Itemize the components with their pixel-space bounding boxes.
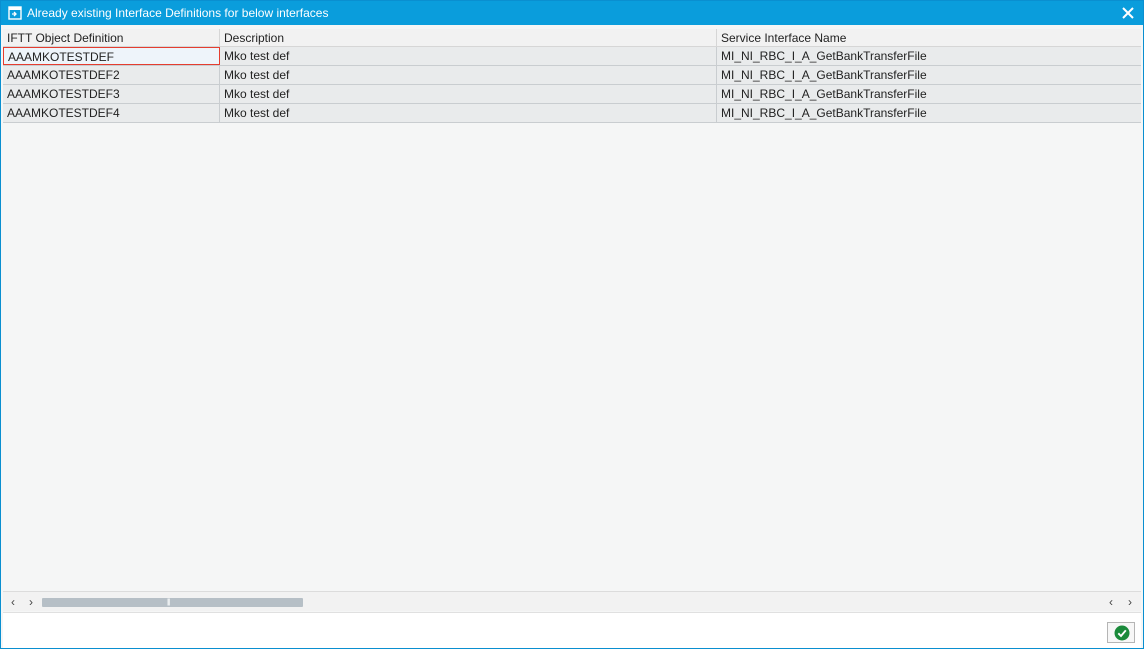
close-icon bbox=[1122, 7, 1134, 19]
confirm-button[interactable] bbox=[1107, 622, 1135, 643]
horizontal-scrollbar[interactable]: ‹ › ||| ‹ › bbox=[3, 591, 1141, 611]
dialog-window: Already existing Interface Definitions f… bbox=[0, 0, 1144, 649]
window-menu-icon[interactable] bbox=[8, 6, 22, 20]
dialog-titlebar: Already existing Interface Definitions f… bbox=[1, 1, 1143, 25]
close-button[interactable] bbox=[1119, 4, 1137, 22]
service-interface-cell[interactable]: MI_NI_RBC_I_A_GetBankTransferFile bbox=[717, 104, 1141, 122]
definition-cell[interactable]: AAAMKOTESTDEF4 bbox=[3, 104, 220, 122]
interface-table: IFTT Object Definition Description Servi… bbox=[3, 29, 1141, 125]
column-header-description[interactable]: Description bbox=[220, 29, 717, 47]
grip-icon: ||| bbox=[167, 599, 171, 606]
chevron-left-icon[interactable]: ‹ bbox=[6, 595, 20, 609]
description-cell[interactable]: Mko test def bbox=[220, 85, 717, 103]
table-row[interactable]: AAAMKOTESTDEF2 Mko test def MI_NI_RBC_I_… bbox=[3, 66, 1141, 85]
definition-cell[interactable]: AAAMKOTESTDEF bbox=[3, 47, 220, 65]
checkmark-icon bbox=[1114, 625, 1130, 641]
description-cell[interactable]: Mko test def bbox=[220, 104, 717, 122]
chevron-right-icon[interactable]: › bbox=[1123, 595, 1137, 609]
service-interface-cell[interactable]: MI_NI_RBC_I_A_GetBankTransferFile bbox=[717, 47, 1141, 65]
scroll-thumb[interactable]: ||| bbox=[42, 598, 303, 607]
dialog-footer bbox=[3, 612, 1141, 648]
description-cell[interactable]: Mko test def bbox=[220, 66, 717, 84]
description-cell[interactable]: Mko test def bbox=[220, 47, 717, 65]
table-empty-area bbox=[3, 125, 1141, 590]
dialog-title: Already existing Interface Definitions f… bbox=[27, 6, 329, 20]
column-header-definition[interactable]: IFTT Object Definition bbox=[3, 29, 220, 47]
service-interface-cell[interactable]: MI_NI_RBC_I_A_GetBankTransferFile bbox=[717, 85, 1141, 103]
chevron-left-icon[interactable]: ‹ bbox=[1104, 595, 1118, 609]
definition-cell[interactable]: AAAMKOTESTDEF2 bbox=[3, 66, 220, 84]
table-row[interactable]: AAAMKOTESTDEF3 Mko test def MI_NI_RBC_I_… bbox=[3, 85, 1141, 104]
table-row[interactable]: AAAMKOTESTDEF Mko test def MI_NI_RBC_I_A… bbox=[3, 47, 1141, 66]
table-header: IFTT Object Definition Description Servi… bbox=[3, 29, 1141, 47]
column-header-service-interface[interactable]: Service Interface Name bbox=[717, 29, 1141, 47]
chevron-right-icon[interactable]: › bbox=[24, 595, 38, 609]
table-row[interactable]: AAAMKOTESTDEF4 Mko test def MI_NI_RBC_I_… bbox=[3, 104, 1141, 123]
definition-cell[interactable]: AAAMKOTESTDEF3 bbox=[3, 85, 220, 103]
service-interface-cell[interactable]: MI_NI_RBC_I_A_GetBankTransferFile bbox=[717, 66, 1141, 84]
